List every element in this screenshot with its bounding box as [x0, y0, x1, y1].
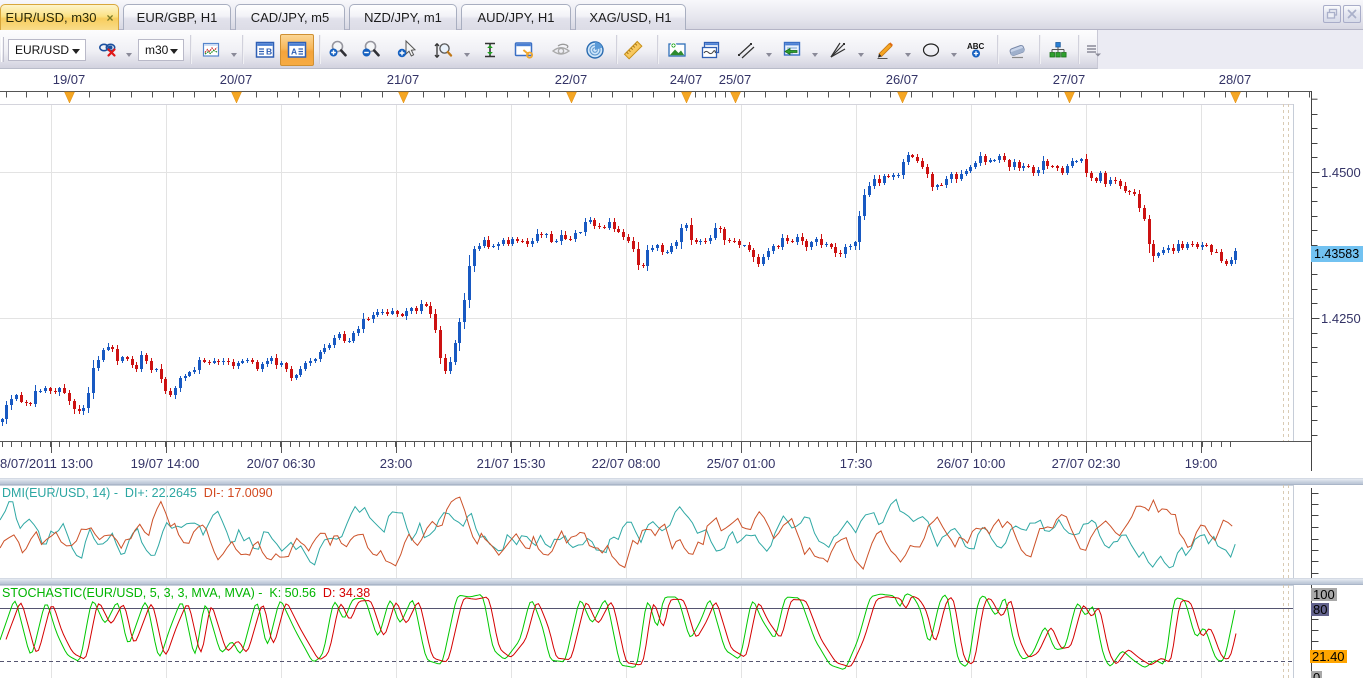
svg-text:B: B — [266, 47, 272, 57]
svg-text:A: A — [291, 47, 297, 57]
